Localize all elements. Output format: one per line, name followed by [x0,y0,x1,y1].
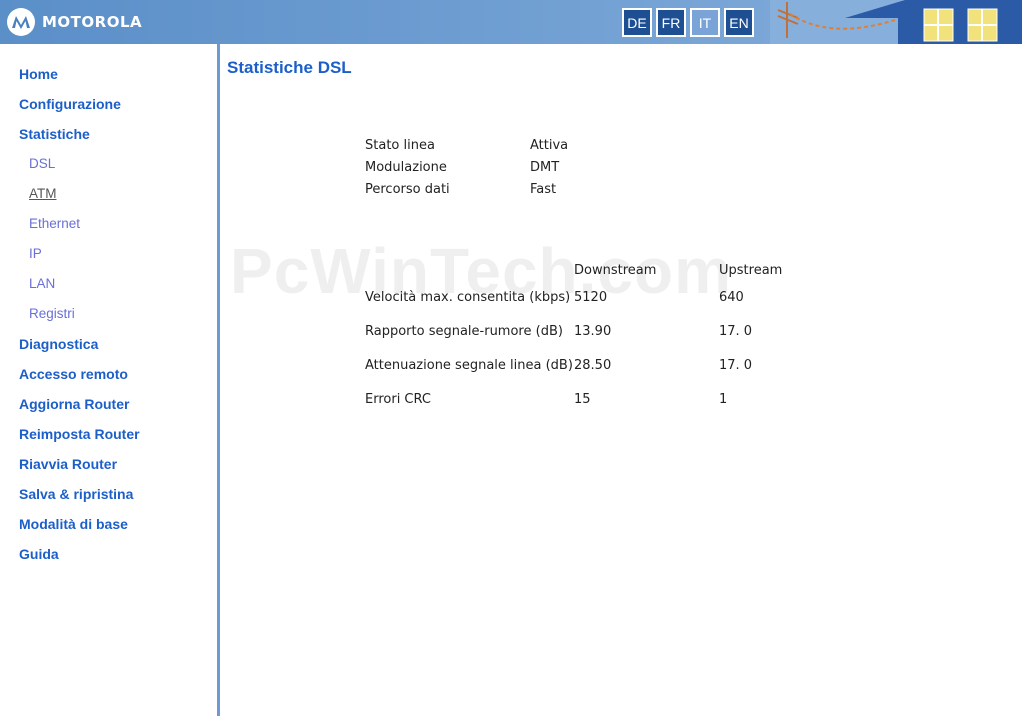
lang-en-button[interactable]: EN [724,8,754,37]
line-info-table: Stato linea Attiva Modulazione DMT Perco… [365,134,568,200]
info-value: Attiva [530,137,569,153]
table-row: Modulazione DMT [365,156,568,178]
sidebar-subitem-ethernet[interactable]: Ethernet [19,214,140,244]
stat-label: Attenuazione segnale linea (dB) [365,357,573,373]
sidebar-item-riavvia-router[interactable]: Riavvia Router [19,454,140,484]
sidebar-nav: Home Configurazione Statistiche DSL ATM … [19,64,140,574]
sidebar-subitem-dsl[interactable]: DSL [19,154,140,184]
info-value: DMT [530,159,560,175]
stat-upstream-value: 640 [719,289,744,305]
stat-downstream-value: 15 [574,391,591,407]
sidebar-item-reimposta-router[interactable]: Reimposta Router [19,424,140,454]
sidebar-subitem-atm[interactable]: ATM [19,184,140,214]
motorola-batwing-icon [7,8,35,36]
lang-fr-button[interactable]: FR [656,8,686,37]
info-value: Fast [530,181,557,197]
header-bar: MOTOROLA DE FR IT EN [0,0,1022,44]
table-row: Percorso dati Fast [365,178,568,200]
sidebar: Home Configurazione Statistiche DSL ATM … [0,44,217,716]
sidebar-item-configurazione[interactable]: Configurazione [19,94,140,124]
stat-upstream-value: 17. 0 [719,357,753,373]
info-label: Modulazione [365,159,447,175]
stat-label: Velocità max. consentita (kbps) [365,289,571,305]
info-label: Percorso dati [365,181,450,197]
stat-label: Rapporto segnale-rumore (dB) [365,323,563,339]
sidebar-subitem-ip[interactable]: IP [19,244,140,274]
sidebar-subitem-registri[interactable]: Registri [19,304,140,334]
sidebar-item-guida[interactable]: Guida [19,544,140,574]
sidebar-subitem-lan[interactable]: LAN [19,274,140,304]
stat-downstream-value: 13.90 [574,323,612,339]
house-decoration-icon [770,0,1022,44]
dsl-stats-table: Downstream Upstream Velocità max. consen… [365,256,819,414]
table-row: Rapporto segnale-rumore (dB) 13.90 17. 0 [365,320,819,342]
sidebar-item-salva-ripristina[interactable]: Salva & ripristina [19,484,140,514]
table-row: Stato linea Attiva [365,134,568,156]
lang-de-button[interactable]: DE [622,8,652,37]
table-row: Attenuazione segnale linea (dB) 28.50 17… [365,346,819,384]
sidebar-item-home[interactable]: Home [19,64,140,94]
sidebar-item-statistiche[interactable]: Statistiche [19,124,140,154]
column-header-downstream: Downstream [574,263,657,278]
page-title: Statistiche DSL [227,58,352,77]
sidebar-item-modalita-base[interactable]: Modalità di base [19,514,140,544]
info-label: Stato linea [365,137,435,153]
sidebar-item-accesso-remoto[interactable]: Accesso remoto [19,364,140,394]
stat-label: Errori CRC [365,391,431,407]
lang-it-button[interactable]: IT [690,8,720,37]
brand-name: MOTOROLA [42,13,143,31]
sidebar-item-diagnostica[interactable]: Diagnostica [19,334,140,364]
table-header: Downstream Upstream [365,256,819,278]
language-selector: DE FR IT EN [622,8,754,37]
table-row: Velocità max. consentita (kbps) 5120 640 [365,278,819,316]
stat-downstream-value: 5120 [574,289,608,305]
motorola-logo[interactable]: MOTOROLA [7,8,142,36]
stat-upstream-value: 1 [719,391,728,407]
main-content: Statistiche DSL PcWinTech.com Stato line… [220,44,1022,716]
stat-upstream-value: 17. 0 [719,323,753,339]
stat-downstream-value: 28.50 [574,357,612,373]
sidebar-item-aggiorna-router[interactable]: Aggiorna Router [19,394,140,424]
table-row: Errori CRC 15 1 [365,388,819,410]
column-header-upstream: Upstream [719,263,783,278]
